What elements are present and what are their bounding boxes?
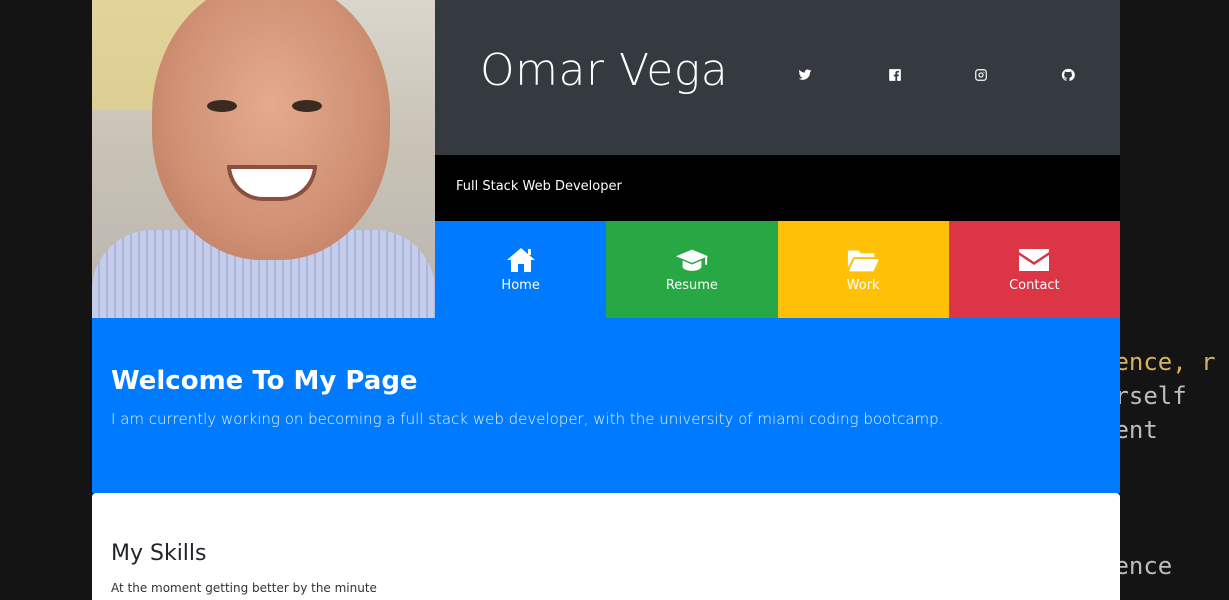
portfolio-page: Omar Vega Full Stack Web Developer Home …: [92, 0, 1120, 600]
profile-name: Omar Vega: [480, 45, 729, 96]
role-bar: Full Stack Web Developer: [435, 155, 1120, 221]
photo-eye: [207, 100, 237, 112]
photo-head: [152, 0, 390, 260]
welcome-section: Welcome To My Page I am currently workin…: [92, 318, 1120, 493]
profile-photo: [92, 0, 435, 318]
nav-resume-button[interactable]: Resume: [606, 221, 778, 318]
facebook-icon[interactable]: [886, 66, 904, 84]
nav-contact-button[interactable]: Contact: [948, 221, 1120, 318]
github-icon[interactable]: [1059, 66, 1077, 84]
main-nav: Home Resume Work Contact: [435, 221, 1120, 318]
profile-role: Full Stack Web Developer: [456, 179, 622, 194]
nav-resume-label: Resume: [665, 278, 718, 293]
nav-work-button[interactable]: Work: [777, 221, 949, 318]
twitter-icon[interactable]: [796, 66, 814, 84]
graduation-cap-icon: [675, 249, 708, 271]
nav-work-label: Work: [846, 278, 880, 293]
photo-eye: [292, 100, 322, 112]
welcome-title: Welcome To My Page: [111, 366, 418, 396]
welcome-text: I am currently working on becoming a ful…: [111, 410, 944, 428]
nav-home-label: Home: [501, 278, 540, 293]
instagram-icon[interactable]: [972, 66, 990, 84]
skills-title: My Skills: [111, 541, 207, 566]
nav-home-button[interactable]: Home: [435, 221, 607, 318]
profile-header: Omar Vega: [435, 0, 1120, 155]
envelope-icon: [1019, 249, 1050, 271]
skills-subtitle: At the moment getting better by the minu…: [111, 581, 377, 595]
skills-card: My Skills At the moment getting better b…: [92, 493, 1120, 600]
folder-open-icon: [848, 250, 880, 272]
nav-contact-label: Contact: [1009, 278, 1060, 293]
home-icon: [506, 248, 535, 272]
